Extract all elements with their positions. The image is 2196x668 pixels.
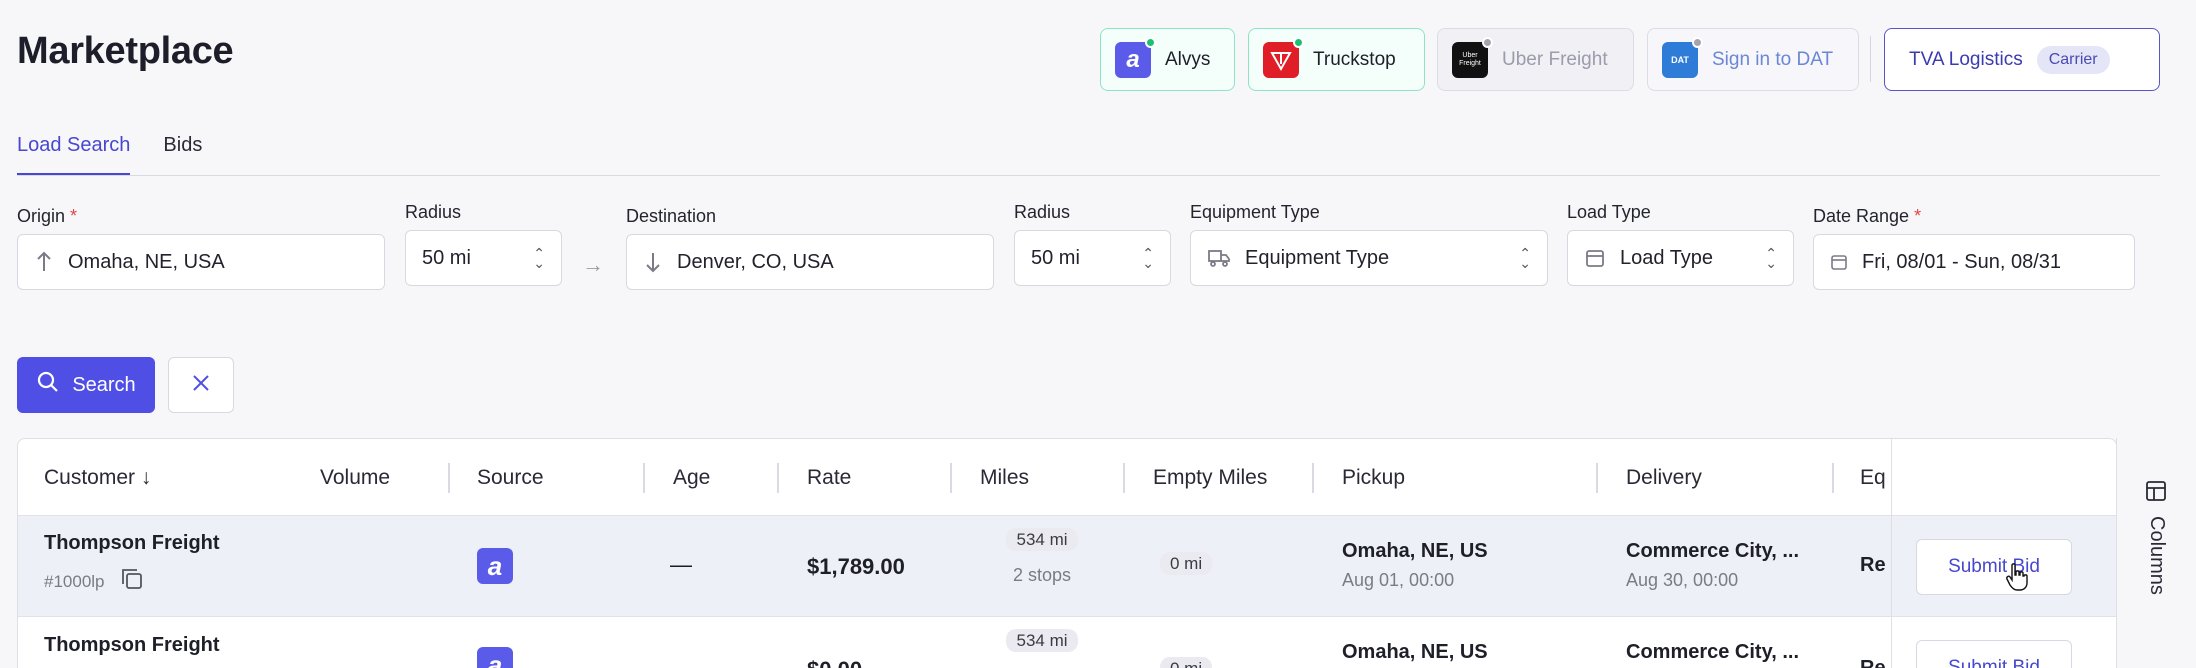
status-dot-icon: [1145, 36, 1156, 48]
tab-bids[interactable]: Bids: [163, 134, 202, 176]
calendar-icon: [1830, 253, 1848, 271]
box-icon: [1584, 247, 1606, 269]
columns-label: Columns: [2146, 516, 2168, 595]
table-row[interactable]: Thompson Freight #1000lp a — $1,789.00 5…: [18, 516, 2116, 617]
integration-dat[interactable]: DAT Sign in to DAT: [1647, 28, 1859, 91]
truck-icon: [1207, 247, 1231, 269]
actions-column: Submit Bid Submit Bid: [1891, 439, 2116, 668]
chevron-updown-icon: ⌃ ⌄: [1765, 245, 1777, 271]
column-header-age[interactable]: Age: [673, 466, 710, 490]
columns-icon: [2145, 480, 2167, 507]
chevron-updown-icon: ⌃ ⌄: [1142, 245, 1154, 271]
alvys-logo-icon: a: [1115, 36, 1156, 78]
rate: $1,789.00: [807, 554, 905, 579]
integration-label: Sign in to DAT: [1712, 48, 1834, 70]
stops: 2 stops: [1012, 565, 1072, 585]
integration-label: Truckstop: [1313, 48, 1396, 70]
destination-radius-select[interactable]: 50 mi ⌃ ⌄: [1014, 230, 1171, 286]
delivery-location: Commerce City, ...: [1626, 540, 1800, 562]
column-header-miles[interactable]: Miles: [980, 466, 1029, 490]
column-header-empty-miles[interactable]: Empty Miles: [1153, 466, 1267, 490]
integration-truckstop[interactable]: Truckstop: [1248, 28, 1425, 91]
equipment: Re: [1860, 554, 1886, 576]
rate: $0.00: [807, 657, 862, 668]
integration-label: Uber Freight: [1502, 48, 1608, 70]
account-switcher[interactable]: TVA Logistics Carrier: [1884, 28, 2160, 91]
sort-arrow-down-icon: ↓: [140, 466, 152, 489]
pickup-location: Omaha, NE, US: [1342, 540, 1488, 562]
table-row[interactable]: Thompson Freight a — $0.00 534 mi 0 mi O…: [18, 617, 2116, 668]
tab-divider: [17, 175, 2160, 176]
column-header-source[interactable]: Source: [477, 466, 544, 490]
customer-name: Thompson Freight: [44, 634, 220, 656]
delivery-location: Commerce City, ...: [1626, 641, 1800, 663]
miles-pill: 534 mi: [1006, 528, 1078, 551]
destination-pin-icon: [643, 251, 663, 273]
arrow-right-icon: →: [582, 252, 604, 277]
customer-name: Thompson Freight: [44, 532, 220, 554]
column-header-delivery[interactable]: Delivery: [1626, 466, 1702, 490]
miles-pill: 534 mi: [1006, 629, 1078, 652]
origin-pin-icon: [34, 251, 54, 273]
columns-panel[interactable]: Columns: [2116, 438, 2196, 668]
origin-label: Origin *: [17, 206, 78, 226]
pickup-time: Aug 01, 00:00: [1342, 570, 1455, 590]
submit-bid-button[interactable]: Submit Bid: [1916, 539, 2072, 595]
column-header-customer[interactable]: Customer ↓: [44, 466, 151, 490]
pickup-location: Omaha, NE, US: [1342, 641, 1488, 663]
column-header-pickup[interactable]: Pickup: [1342, 466, 1405, 490]
dat-logo-icon: DAT: [1662, 36, 1703, 78]
integration-uber-freight[interactable]: Uber Freight Uber Freight: [1437, 28, 1634, 91]
equipment-type-select[interactable]: Equipment Type ⌃ ⌄: [1190, 230, 1548, 286]
date-range-label: Date Range *: [1813, 206, 1922, 226]
tab-load-search[interactable]: Load Search: [17, 134, 131, 176]
column-header-rate[interactable]: Rate: [807, 466, 851, 490]
submit-bid-button[interactable]: Submit Bid: [1916, 640, 2072, 668]
age: —: [670, 552, 692, 577]
divider: [1870, 36, 1871, 82]
origin-input[interactable]: Omaha, NE, USA: [17, 234, 385, 290]
account-name: TVA Logistics: [1909, 48, 2023, 70]
chevron-updown-icon: ⌃ ⌄: [1519, 245, 1531, 271]
column-header-equipment[interactable]: Eq: [1860, 466, 1886, 490]
chevron-updown-icon: ⌃ ⌄: [533, 245, 545, 271]
age: —: [670, 657, 692, 668]
destination-label: Destination: [626, 206, 717, 226]
copy-icon[interactable]: [119, 566, 145, 597]
role-badge: Carrier: [2036, 45, 2110, 74]
table-header: Customer ↓ Volume Source Age Rate Miles …: [18, 439, 2116, 516]
uber-freight-logo-icon: Uber Freight: [1452, 36, 1493, 78]
page-title: Marketplace: [17, 30, 234, 72]
search-icon: [36, 370, 60, 400]
destination-input[interactable]: Denver, CO, USA: [626, 234, 994, 290]
tabs: Load Search Bids: [17, 134, 202, 176]
date-range-input[interactable]: Fri, 08/01 - Sun, 08/31: [1813, 234, 2135, 290]
load-type-select[interactable]: Load Type ⌃ ⌄: [1567, 230, 1794, 286]
alvys-source-icon: a: [477, 647, 513, 668]
empty-miles-pill: 0 mi: [1160, 552, 1213, 575]
equipment-type-label: Equipment Type: [1190, 202, 1320, 222]
alvys-source-icon: a: [477, 548, 513, 584]
loads-table: Customer ↓ Volume Source Age Rate Miles …: [17, 438, 2117, 668]
origin-radius-select[interactable]: 50 mi ⌃ ⌄: [405, 230, 562, 286]
delivery-time: Aug 30, 00:00: [1626, 570, 1739, 590]
status-dot-icon: [1482, 36, 1493, 48]
destination-radius-label: Radius: [1014, 202, 1071, 222]
column-header-volume[interactable]: Volume: [320, 466, 390, 490]
status-dot-icon: [1293, 36, 1304, 48]
close-icon: [190, 372, 212, 399]
equipment: Re: [1860, 657, 1886, 668]
integration-label: Alvys: [1165, 48, 1211, 70]
integration-alvys[interactable]: a Alvys: [1100, 28, 1235, 91]
truckstop-logo-icon: [1263, 36, 1304, 78]
origin-radius-label: Radius: [405, 202, 462, 222]
empty-miles-pill: 0 mi: [1160, 657, 1213, 668]
load-ref: #1000lp: [44, 571, 105, 591]
clear-button[interactable]: [168, 357, 234, 413]
search-button[interactable]: Search: [17, 357, 155, 413]
cursor-pointer-icon: [2006, 563, 2028, 596]
status-dot-icon: [1692, 36, 1703, 48]
load-type-label: Load Type: [1567, 202, 1651, 222]
